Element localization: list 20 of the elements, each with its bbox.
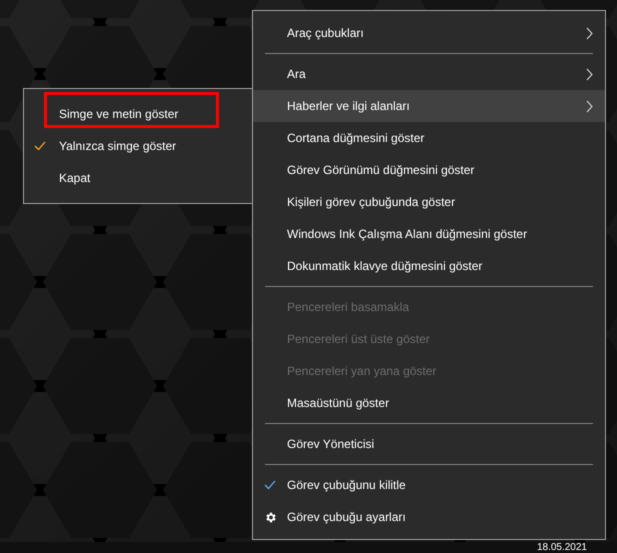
menu-item[interactable]: Kapat — [24, 162, 252, 194]
menu-item[interactable]: Ara — [253, 58, 605, 90]
menu-item[interactable]: Masaüstünü göster — [253, 387, 605, 419]
menu-item[interactable]: Simge ve metin göster — [24, 98, 252, 130]
menu-item[interactable]: Görev çubuğu ayarları — [253, 501, 605, 533]
chevron-right-icon — [586, 26, 593, 40]
menu-item[interactable]: Görev Görünümü düğmesini göster — [253, 154, 605, 186]
date-text: 18.05.2021 — [536, 542, 587, 553]
menu-item[interactable]: Dokunmatik klavye düğmesini göster — [253, 250, 605, 282]
menu-item[interactable]: Kişileri görev çubuğunda göster — [253, 186, 605, 218]
menu-item[interactable]: Yalnızca simge göster — [24, 130, 252, 162]
menu-item[interactable]: Haberler ve ilgi alanları — [253, 90, 605, 122]
menu-item[interactable]: Araç çubukları — [253, 17, 605, 49]
chevron-right-icon — [586, 100, 593, 112]
settings-icon — [264, 510, 276, 524]
menu-item[interactable]: Görev çubuğunu kilitle — [253, 469, 605, 501]
menu-item[interactable]: Windows Ink Çalışma Alanı düğmesini göster — [253, 218, 605, 250]
menu-item[interactable]: Görev Yöneticisi — [253, 428, 605, 460]
menu-item[interactable]: Cortana düğmesini göster — [253, 122, 605, 154]
chevron-right-icon — [586, 68, 593, 80]
